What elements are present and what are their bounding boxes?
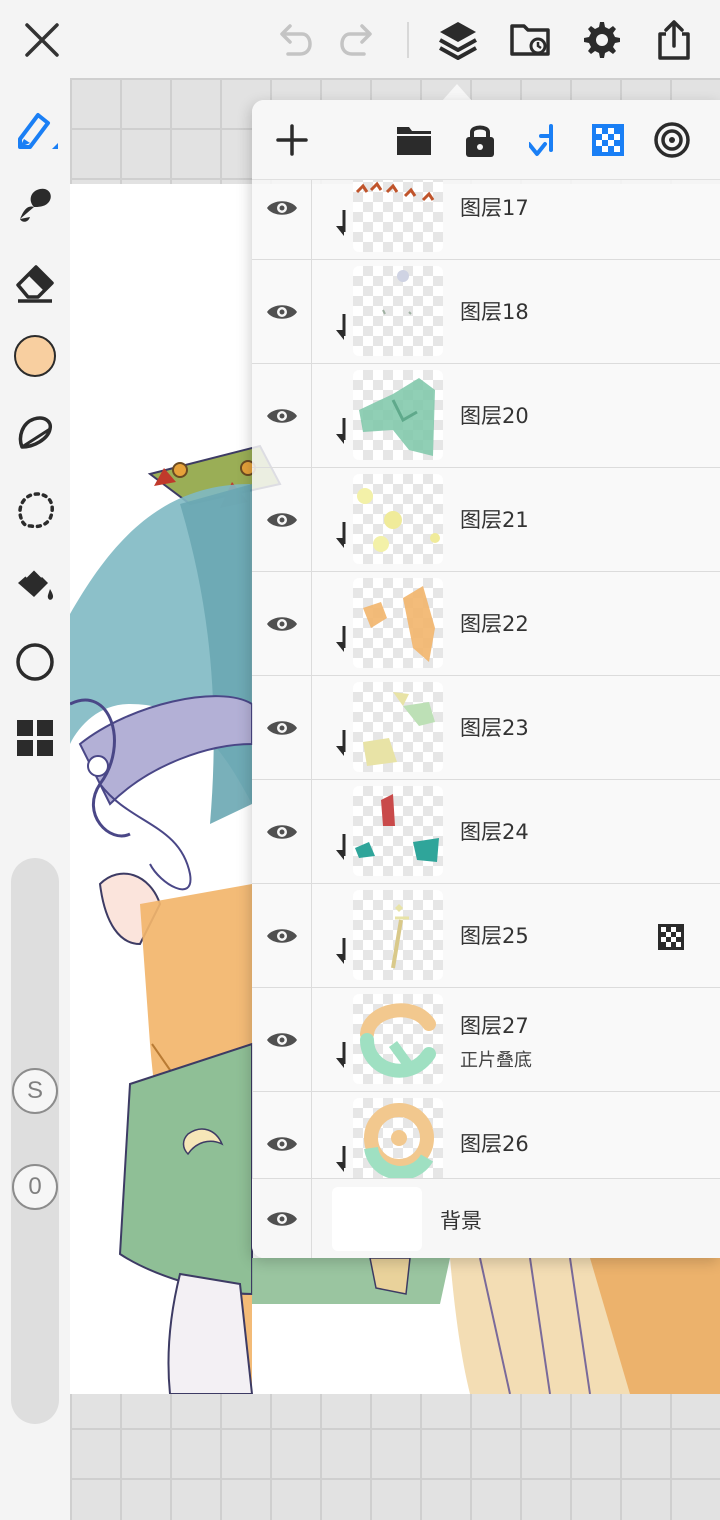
layer-thumbnail <box>353 682 443 772</box>
layer-name: 图层24 <box>460 820 529 844</box>
share-icon[interactable] <box>646 12 702 68</box>
layer-row[interactable]: 图层27 正片叠底 <box>252 988 720 1092</box>
layer-thumbnail <box>353 180 443 252</box>
blend-mode-label: 正片叠底 <box>460 1050 532 1071</box>
layers-panel-toolbar <box>252 100 720 180</box>
layer-thumbnail <box>353 474 443 564</box>
layer-name: 图层25 <box>460 924 529 948</box>
alpha-lock-badge-icon[interactable] <box>658 924 684 950</box>
fill-icon[interactable] <box>9 560 61 612</box>
layer-list[interactable]: 图层17 图层18 图层20 图层21 图层22 图层23 图层24 图层25 … <box>252 180 720 1258</box>
opacity-slider-knob[interactable]: 0 <box>12 1164 58 1210</box>
top-toolbar <box>0 0 720 78</box>
layers-panel: 图层17 图层18 图层20 图层21 图层22 图层23 图层24 图层25 … <box>252 100 720 1258</box>
layer-thumbnail <box>353 370 443 460</box>
clip-indicator-icon <box>336 210 346 236</box>
undo-icon[interactable] <box>266 12 322 68</box>
alpha-lock-icon[interactable] <box>584 116 632 164</box>
layer-name: 图层23 <box>460 716 529 740</box>
color-swatch[interactable] <box>9 330 61 382</box>
visibility-toggle[interactable] <box>252 364 312 468</box>
background-thumbnail <box>332 1187 422 1251</box>
clip-indicator-icon <box>336 626 346 652</box>
visibility-toggle[interactable] <box>252 572 312 676</box>
layer-thumbnail <box>353 1098 443 1188</box>
layer-name: 图层18 <box>460 300 529 324</box>
layer-row[interactable]: 图层24 <box>252 780 720 884</box>
clip-indicator-icon <box>336 314 346 340</box>
layer-name: 图层17 <box>460 196 529 220</box>
layer-row[interactable]: 图层17 <box>252 180 720 260</box>
toolbar-divider <box>407 22 409 58</box>
layer-row[interactable]: 图层21 <box>252 468 720 572</box>
left-toolbar: S 0 <box>0 78 70 1520</box>
clip-indicator-icon <box>336 938 346 964</box>
redo-icon[interactable] <box>330 12 386 68</box>
eraser-icon[interactable] <box>9 256 61 308</box>
layer-thumbnail <box>353 578 443 668</box>
clip-indicator-icon <box>336 418 346 444</box>
layer-row[interactable]: 图层25 <box>252 884 720 988</box>
layers-icon[interactable] <box>430 12 486 68</box>
settings-icon[interactable] <box>574 12 630 68</box>
layer-row[interactable]: 图层20 <box>252 364 720 468</box>
background-layer-name: 背景 <box>440 1209 482 1233</box>
layer-name: 图层22 <box>460 612 529 636</box>
layer-thumbnail <box>353 994 443 1084</box>
clip-indicator-icon <box>336 730 346 756</box>
brush-icon[interactable] <box>9 102 61 154</box>
background-layer-row[interactable]: 背景 <box>252 1178 720 1258</box>
visibility-toggle[interactable] <box>252 988 312 1092</box>
visibility-toggle[interactable] <box>252 468 312 572</box>
clip-indicator-icon <box>336 522 346 548</box>
clip-icon[interactable] <box>520 116 568 164</box>
visibility-toggle[interactable] <box>252 180 312 260</box>
close-icon[interactable] <box>14 12 70 68</box>
layer-row[interactable]: 图层23 <box>252 676 720 780</box>
layer-thumbnail <box>353 890 443 980</box>
layer-thumbnail <box>353 266 443 356</box>
layer-name: 图层27 <box>460 1014 529 1038</box>
smudge-icon[interactable] <box>9 178 61 230</box>
visibility-toggle[interactable] <box>252 884 312 988</box>
clip-indicator-icon <box>336 1146 346 1172</box>
size-slider-knob[interactable]: S <box>12 1068 58 1114</box>
layer-thumbnail <box>353 786 443 876</box>
folder-icon[interactable] <box>502 12 558 68</box>
visibility-toggle[interactable] <box>252 1179 312 1258</box>
opacity-label: 0 <box>28 1173 42 1200</box>
layer-name: 图层21 <box>460 508 529 532</box>
selection-icon[interactable] <box>9 484 61 536</box>
lasso-icon[interactable] <box>9 408 61 460</box>
add-layer-icon[interactable] <box>268 116 316 164</box>
layer-name: 图层20 <box>460 404 529 428</box>
blend-mode-icon[interactable] <box>648 116 696 164</box>
layer-row[interactable]: 图层18 <box>252 260 720 364</box>
app-root: S 0 图层17 图层18 图层20 图层21 图层22 图层23 图层24 图… <box>0 0 720 1520</box>
visibility-toggle[interactable] <box>252 260 312 364</box>
gallery-icon[interactable] <box>9 712 61 764</box>
visibility-toggle[interactable] <box>252 780 312 884</box>
layer-name: 图层26 <box>460 1132 529 1156</box>
visibility-toggle[interactable] <box>252 676 312 780</box>
clip-indicator-icon <box>336 834 346 860</box>
shape-icon[interactable] <box>9 636 61 688</box>
brush-size-slider[interactable] <box>11 858 59 1424</box>
lock-icon[interactable] <box>456 116 504 164</box>
layer-row[interactable]: 图层22 <box>252 572 720 676</box>
layer-folder-icon[interactable] <box>390 116 438 164</box>
size-label: S <box>26 1077 43 1104</box>
clip-indicator-icon <box>336 1042 346 1068</box>
